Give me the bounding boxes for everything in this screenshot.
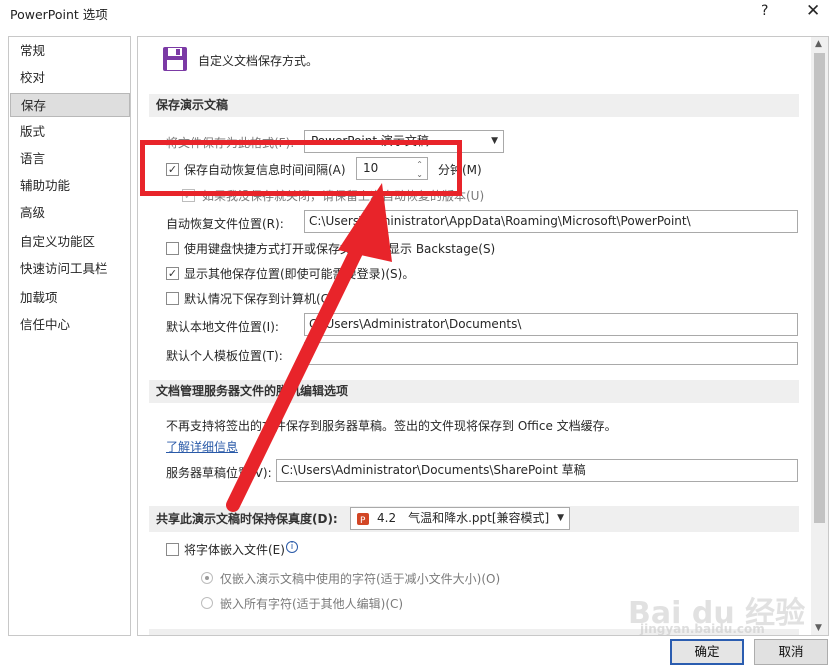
watermark-url: jingyan.baidu.com	[640, 622, 765, 636]
annotation-arrow-icon	[226, 183, 392, 512]
